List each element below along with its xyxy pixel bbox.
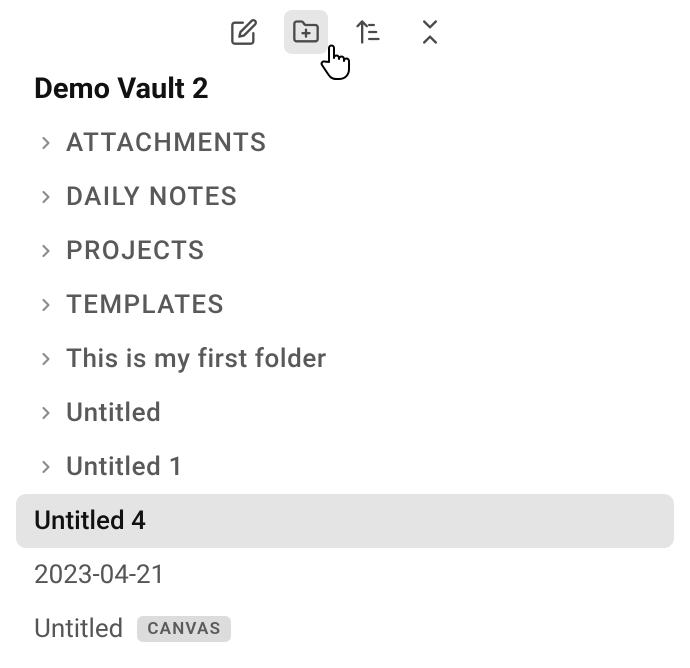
folder-label: PROJECTS	[66, 236, 205, 266]
file-label: 2023-04-21	[34, 560, 165, 590]
new-note-button[interactable]	[222, 10, 266, 54]
folder-label: DAILY NOTES	[66, 182, 238, 212]
folder-label: Untitled 1	[66, 452, 184, 482]
folder-label: ATTACHMENTS	[66, 128, 267, 158]
folder-projects[interactable]: PROJECTS	[0, 224, 690, 278]
collapse-button[interactable]	[408, 10, 452, 54]
chevron-right-icon	[34, 403, 58, 423]
file-label: Untitled 4	[34, 506, 146, 536]
file-2023-04-21[interactable]: 2023-04-21	[0, 548, 690, 602]
chevron-right-icon	[34, 241, 58, 261]
folder-plus-icon	[292, 18, 320, 46]
chevron-right-icon	[34, 295, 58, 315]
file-label: Untitled	[34, 614, 123, 644]
file-untitled-canvas[interactable]: Untitled CANVAS	[0, 602, 690, 656]
sort-icon	[354, 18, 382, 46]
collapse-icon	[416, 18, 444, 46]
chevron-right-icon	[34, 349, 58, 369]
folder-label: TEMPLATES	[66, 290, 225, 320]
file-tree: ATTACHMENTS DAILY NOTES PROJECTS TEMPLAT…	[0, 116, 690, 656]
folder-templates[interactable]: TEMPLATES	[0, 278, 690, 332]
folder-daily-notes[interactable]: DAILY NOTES	[0, 170, 690, 224]
sort-button[interactable]	[346, 10, 390, 54]
edit-icon	[230, 18, 258, 46]
chevron-right-icon	[34, 457, 58, 477]
file-untitled-4[interactable]: Untitled 4	[16, 494, 674, 548]
sidebar-toolbar	[222, 0, 690, 60]
chevron-right-icon	[34, 187, 58, 207]
folder-first-folder[interactable]: This is my first folder	[0, 332, 690, 386]
vault-title: Demo Vault 2	[0, 60, 690, 116]
canvas-badge: CANVAS	[137, 616, 231, 642]
folder-label: This is my first folder	[66, 344, 327, 374]
new-folder-button[interactable]	[284, 10, 328, 54]
folder-untitled[interactable]: Untitled	[0, 386, 690, 440]
folder-label: Untitled	[66, 398, 161, 428]
folder-attachments[interactable]: ATTACHMENTS	[0, 116, 690, 170]
chevron-right-icon	[34, 133, 58, 153]
folder-untitled-1[interactable]: Untitled 1	[0, 440, 690, 494]
